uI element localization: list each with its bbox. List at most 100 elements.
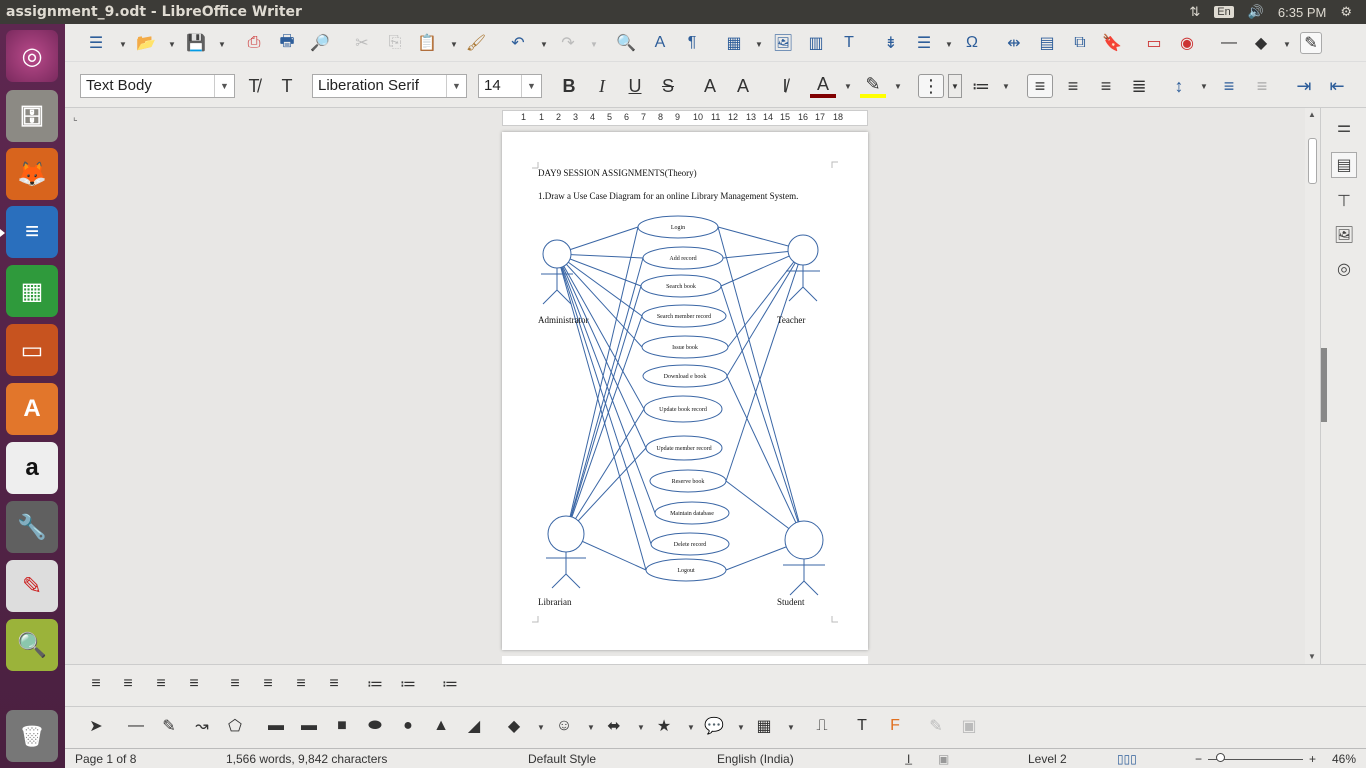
polygon-icon[interactable]: ⬠: [224, 715, 246, 737]
zoom-in-icon[interactable]: +: [1309, 752, 1316, 766]
gear-icon[interactable]: ⚙: [1340, 4, 1352, 20]
triangle-icon[interactable]: ▲: [430, 715, 452, 737]
rectangle-icon[interactable]: ▬: [265, 715, 287, 737]
zoom-thumb[interactable]: [1216, 753, 1225, 762]
track-changes-icon[interactable]: ◉: [1176, 32, 1198, 54]
shapes-icon[interactable]: ◆: [1250, 32, 1272, 54]
formatting-marks-icon[interactable]: ¶: [681, 32, 703, 54]
align-right-button[interactable]: ≡: [1093, 74, 1119, 98]
save-icon[interactable]: 💾: [185, 32, 207, 54]
new-icon[interactable]: ☰: [85, 32, 107, 54]
search-tool-icon[interactable]: 🔍: [6, 619, 58, 671]
line-icon[interactable]: —: [1218, 32, 1240, 54]
horizontal-ruler[interactable]: 1 1 2 3 4 5 6 7 8 9 10 11 12 13 14 15 16 17 18: [502, 110, 868, 126]
points-icon[interactable]: ✎: [925, 715, 947, 737]
styles-icon[interactable]: ⊤: [1331, 188, 1357, 214]
ellipse-icon[interactable]: ⬬: [364, 715, 386, 737]
square-icon[interactable]: ■: [331, 715, 353, 737]
rounded-rect-icon[interactable]: ▬: [298, 715, 320, 737]
superscript-button[interactable]: A: [697, 74, 723, 98]
font-name-combo[interactable]: Liberation Serif ▼: [312, 74, 467, 98]
symbol-shapes-icon[interactable]: ☺: [553, 715, 575, 737]
vertical-scrollbar[interactable]: ▲ ▼: [1305, 108, 1320, 664]
spelling-icon[interactable]: A: [649, 32, 671, 54]
line-tool-icon[interactable]: —: [125, 715, 147, 737]
properties-icon[interactable]: ⚌: [1331, 114, 1357, 140]
document-viewer-icon[interactable]: ✎: [6, 560, 58, 612]
volume-icon[interactable]: 🔊: [1248, 4, 1264, 20]
font-color-button[interactable]: A: [810, 74, 836, 98]
list-promote-icon[interactable]: ≔: [364, 673, 386, 695]
image-icon[interactable]: 🖼: [772, 32, 794, 54]
firefox-icon[interactable]: 🦊: [6, 148, 58, 200]
paragraph-style-combo[interactable]: Text Body ▼: [80, 74, 235, 98]
textbox-icon[interactable]: T: [838, 32, 860, 54]
scroll-up-arrow[interactable]: ▲: [1308, 110, 1316, 119]
increase-spacing-button[interactable]: ≡: [1216, 74, 1242, 98]
clear-formatting-button[interactable]: I̸: [772, 74, 798, 98]
settings-icon[interactable]: 🔧: [6, 501, 58, 553]
redo-icon[interactable]: ↷: [557, 32, 579, 54]
insert-textbox-icon[interactable]: T: [851, 715, 873, 737]
sidebar-collapse-handle[interactable]: [1321, 348, 1327, 422]
print-preview-icon[interactable]: 🔎: [309, 32, 331, 54]
impress-icon[interactable]: ▭: [6, 324, 58, 376]
bold-button[interactable]: B: [556, 74, 582, 98]
underline-button[interactable]: U: [622, 74, 648, 98]
calc-icon[interactable]: ▦: [6, 265, 58, 317]
block-arrows-icon[interactable]: ⬌: [603, 715, 625, 737]
list-restart-icon[interactable]: ≔: [439, 673, 461, 695]
decrease-indent-button[interactable]: ⇤: [1324, 74, 1350, 98]
undo-icon[interactable]: ↶: [507, 32, 529, 54]
bullets-button[interactable]: ⋮: [918, 74, 944, 98]
table-icon[interactable]: ▦: [723, 32, 745, 54]
circle-icon[interactable]: ●: [397, 715, 419, 737]
new-style-icon[interactable]: T: [274, 74, 300, 98]
basic-shapes-icon[interactable]: ◆: [503, 715, 525, 737]
chart-icon[interactable]: ▥: [805, 32, 827, 54]
word-count[interactable]: 1,566 words, 9,842 characters: [226, 752, 387, 766]
stars-icon[interactable]: ★: [653, 715, 675, 737]
gallery-icon[interactable]: 🖼: [1331, 222, 1357, 248]
line-spacing-icon[interactable]: ≡: [323, 673, 345, 695]
trash-icon[interactable]: 🗑: [6, 710, 58, 762]
freeform-icon[interactable]: ✎: [158, 715, 180, 737]
paste-icon[interactable]: 📋: [416, 32, 438, 54]
clone-formatting-icon[interactable]: 🖌: [465, 32, 487, 54]
align-center-button[interactable]: ≡: [1060, 74, 1086, 98]
open-icon[interactable]: 📂: [135, 32, 157, 54]
scroll-thumb[interactable]: [1308, 138, 1317, 184]
export-pdf-icon[interactable]: ⎙: [243, 32, 265, 54]
files-icon[interactable]: 🗄: [6, 90, 58, 142]
amazon-icon[interactable]: a: [6, 442, 58, 494]
ubuntu-dash-icon[interactable]: ◎: [6, 30, 58, 82]
fontwork-icon[interactable]: F: [884, 715, 906, 737]
view-layout-icon[interactable]: ▯▯▯: [1117, 752, 1137, 766]
connector-icon[interactable]: ⎍: [811, 715, 833, 737]
update-style-icon[interactable]: T̸: [241, 74, 267, 98]
para-spacing-icon[interactable]: ≡: [290, 673, 312, 695]
bullets-dropdown[interactable]: ▼: [948, 74, 962, 98]
footnote-icon[interactable]: ▤: [1036, 32, 1058, 54]
language[interactable]: English (India): [717, 752, 794, 766]
special-character-icon[interactable]: Ω: [961, 32, 983, 54]
numbering-button[interactable]: ≔: [968, 74, 994, 98]
increase-indent-button[interactable]: ⇥: [1291, 74, 1317, 98]
callouts-icon[interactable]: 💬: [703, 715, 725, 737]
list-demote-icon[interactable]: ≔: [397, 673, 419, 695]
zoom-level[interactable]: 46%: [1332, 752, 1356, 766]
print-icon[interactable]: 🖶: [276, 32, 298, 54]
find-replace-icon[interactable]: 🔍: [615, 32, 637, 54]
insert-mode-icon[interactable]: I̲: [907, 752, 910, 766]
subscript-button[interactable]: A: [730, 74, 756, 98]
page-break-icon[interactable]: ⇟: [880, 32, 902, 54]
cut-icon[interactable]: ✂: [351, 32, 373, 54]
page-count[interactable]: Page 1 of 8: [75, 752, 136, 766]
select-icon[interactable]: ➤: [85, 715, 107, 737]
page-style[interactable]: Default Style: [528, 752, 596, 766]
justify-button[interactable]: ≣: [1126, 74, 1152, 98]
scroll-down-arrow[interactable]: ▼: [1308, 652, 1316, 661]
document-area[interactable]: ⌞ 1 1 2 3 4 5 6 7 8 9 10 11 12 13 14 15 16 17 18 DAY9 SESS…: [65, 108, 1305, 664]
navigator-icon[interactable]: ◎: [1331, 256, 1357, 282]
hanging-indent-icon[interactable]: ≡: [183, 673, 205, 695]
